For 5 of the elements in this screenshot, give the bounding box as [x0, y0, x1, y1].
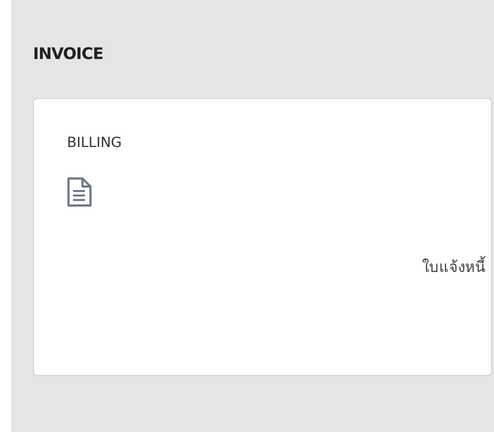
card-caption: ใบแจ้งหนี้ [421, 255, 485, 278]
document-icon [67, 177, 92, 207]
billing-card[interactable]: BILLING ใบแจ้งหนี้ [33, 98, 492, 376]
card-title: BILLING [67, 135, 123, 151]
section-title: INVOICE [33, 44, 104, 65]
